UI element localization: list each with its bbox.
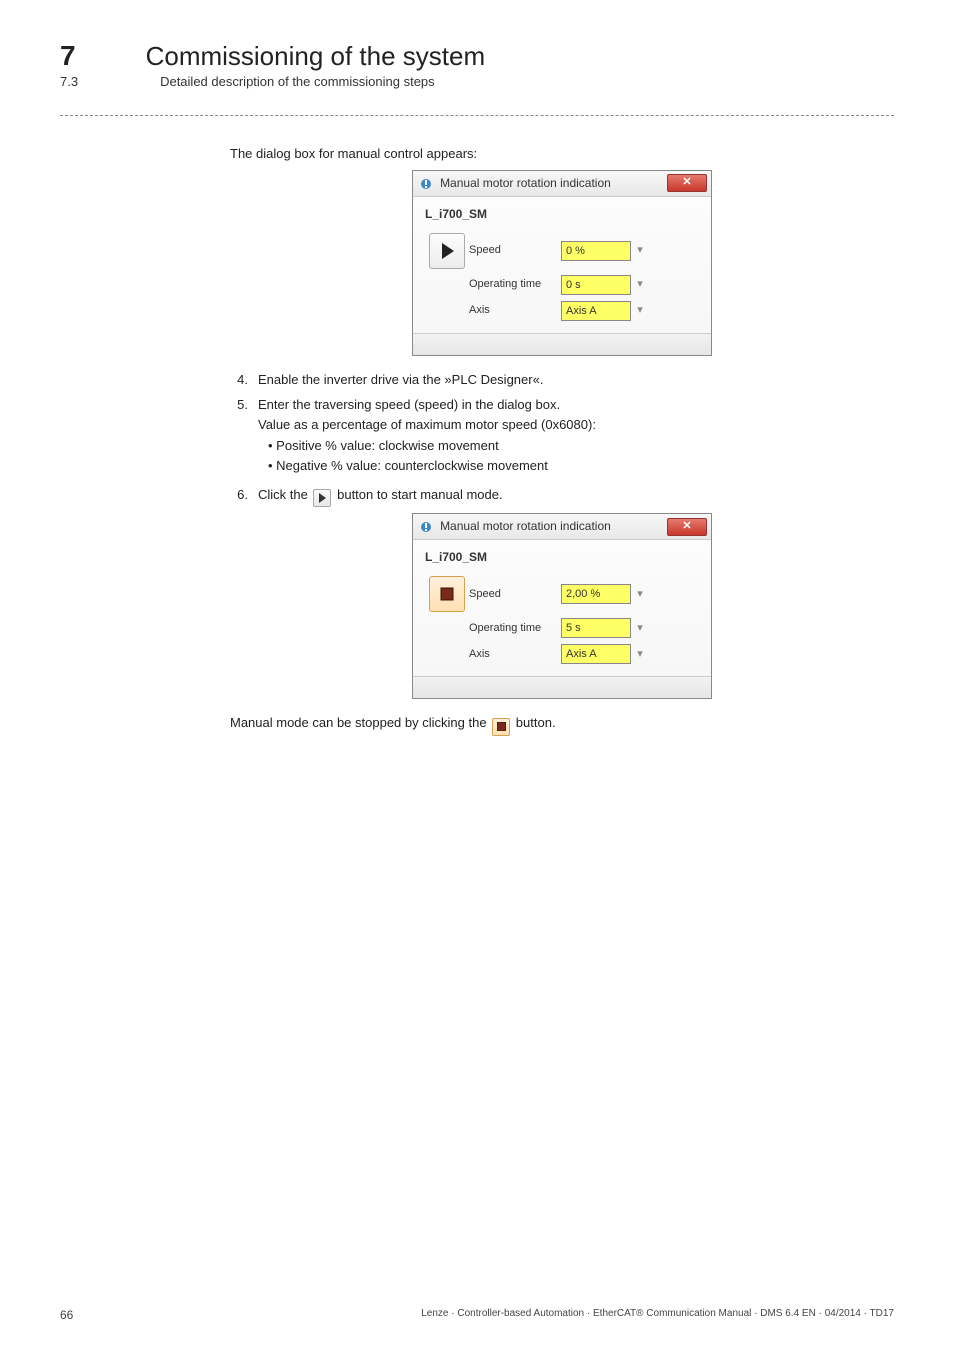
- chevron-down-icon[interactable]: ▾: [631, 241, 649, 261]
- chevron-down-icon: ▾: [631, 644, 649, 664]
- chevron-down-icon: ▾: [631, 301, 649, 321]
- step-text: Enable the inverter drive via the »PLC D…: [258, 370, 894, 390]
- speed-value: 2,00 %: [566, 585, 600, 603]
- content-area: The dialog box for manual control appear…: [230, 144, 894, 736]
- speed-input[interactable]: 2,00 %: [561, 584, 631, 604]
- speed-input[interactable]: 0 %: [561, 241, 631, 261]
- page-footer: 66 Lenze · Controller-based Automation ·…: [60, 1308, 894, 1322]
- optime-label: Operating time: [469, 276, 561, 293]
- outro-pre: Manual mode can be stopped by clicking t…: [230, 715, 487, 730]
- dialog-title: Manual motor rotation indication: [440, 176, 611, 190]
- axis-field: Axis A: [561, 644, 631, 664]
- manual-control-dialog-initial: Manual motor rotation indication ✕ L_i70…: [412, 170, 712, 356]
- page-header: 7 Commissioning of the system 7.3 Detail…: [60, 40, 894, 116]
- speed-value: 0 %: [566, 242, 585, 260]
- page-number: 66: [60, 1308, 73, 1322]
- footer-line: Lenze · Controller-based Automation · Et…: [421, 1308, 894, 1322]
- step-number: 4.: [230, 370, 248, 390]
- step-number: 6.: [230, 485, 248, 505]
- step-4: 4. Enable the inverter drive via the »PL…: [230, 370, 894, 390]
- optime-field: 0 s: [561, 275, 631, 295]
- play-button-inline: [313, 489, 331, 507]
- step-subtext: Value as a percentage of maximum motor s…: [258, 417, 596, 432]
- intro-text: The dialog box for manual control appear…: [230, 144, 894, 164]
- dialog-title: Manual motor rotation indication: [440, 519, 611, 533]
- device-name: L_i700_SM: [425, 205, 699, 223]
- dialog-titlebar[interactable]: Manual motor rotation indication ✕: [413, 514, 711, 540]
- play-icon: [318, 493, 326, 503]
- stop-button[interactable]: [429, 576, 465, 612]
- axis-label: Axis: [469, 646, 561, 663]
- dialog-footer: [413, 333, 711, 355]
- outro-text: Manual mode can be stopped by clicking t…: [230, 713, 894, 736]
- step-number: 5.: [230, 395, 248, 415]
- stop-icon: [439, 586, 455, 602]
- optime-label: Operating time: [469, 620, 561, 637]
- axis-field: Axis A: [561, 301, 631, 321]
- stop-button-inline: [492, 718, 510, 736]
- dialog-titlebar[interactable]: Manual motor rotation indication ✕: [413, 171, 711, 197]
- step-list: 4. Enable the inverter drive via the »PL…: [230, 370, 894, 508]
- step-6: 6. Click the button to start manual mode…: [230, 485, 894, 507]
- play-button[interactable]: [429, 233, 465, 269]
- divider: [60, 115, 894, 116]
- bullet-item: Negative % value: counterclockwise movem…: [268, 456, 894, 476]
- axis-value: Axis A: [566, 645, 597, 663]
- step-text-post: button to start manual mode.: [337, 487, 502, 502]
- play-icon: [439, 242, 455, 260]
- step-text-pre: Click the: [258, 487, 308, 502]
- optime-value: 0 s: [566, 276, 581, 294]
- chevron-down-icon: ▾: [631, 275, 649, 295]
- close-button[interactable]: ✕: [667, 174, 707, 192]
- optime-field: 5 s: [561, 618, 631, 638]
- stop-icon: [497, 722, 506, 731]
- section-number: 7.3: [60, 74, 78, 89]
- chevron-down-icon: ▾: [631, 618, 649, 638]
- chapter-number: 7: [60, 40, 76, 72]
- bullet-item: Positive % value: clockwise movement: [268, 436, 894, 456]
- section-title: Detailed description of the commissionin…: [160, 74, 435, 89]
- step-text: Enter the traversing speed (speed) in th…: [258, 397, 560, 412]
- speed-label: Speed: [469, 586, 561, 603]
- speed-label: Speed: [469, 242, 561, 259]
- app-icon: [419, 520, 433, 534]
- close-button[interactable]: ✕: [667, 518, 707, 536]
- app-icon: [419, 177, 433, 191]
- chapter-title: Commissioning of the system: [146, 41, 486, 72]
- manual-control-dialog-running: Manual motor rotation indication ✕ L_i70…: [412, 513, 712, 699]
- optime-value: 5 s: [566, 619, 581, 637]
- axis-label: Axis: [469, 302, 561, 319]
- device-name: L_i700_SM: [425, 548, 699, 566]
- axis-value: Axis A: [566, 302, 597, 320]
- step-5: 5. Enter the traversing speed (speed) in…: [230, 395, 894, 479]
- dialog-footer: [413, 676, 711, 698]
- outro-post: button.: [516, 715, 556, 730]
- chevron-down-icon[interactable]: ▾: [631, 584, 649, 604]
